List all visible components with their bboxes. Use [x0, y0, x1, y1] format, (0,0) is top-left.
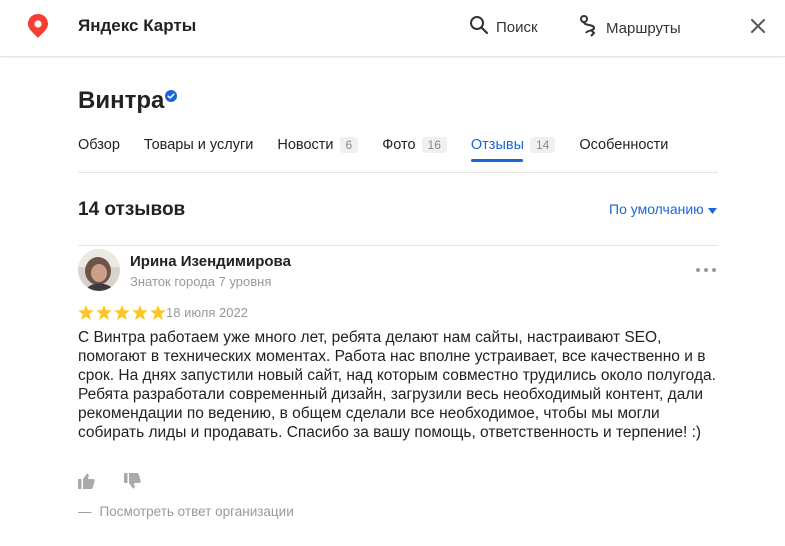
active-tab-indicator [470, 159, 523, 162]
tab-count-badge: 14 [530, 137, 556, 153]
routes-button[interactable]: Маршруты [579, 15, 681, 41]
tab-count-badge: 6 [339, 137, 359, 153]
close-icon[interactable] [747, 15, 769, 42]
review-author-name[interactable]: Ирина Изендимирова [130, 253, 291, 270]
star-icon [96, 305, 112, 325]
tab-label: Фото [382, 137, 416, 153]
tab-label: Новости [277, 137, 334, 153]
tab-news[interactable]: Новости 6 [277, 134, 359, 156]
tab-reviews[interactable]: Отзывы 14 [470, 134, 556, 162]
reply-link-label: Посмотреть ответ организации [99, 504, 294, 519]
routes-label: Маршруты [606, 19, 681, 37]
chevron-down-icon [707, 201, 717, 217]
reviews-count-heading: 14 отзывов [78, 199, 186, 220]
thumbs-up-icon[interactable] [78, 473, 95, 494]
top-bar: Яндекс Карты Поиск Маршруты [0, 0, 785, 57]
reply-dash: — [78, 504, 92, 519]
tab-label: Товары и услуги [143, 137, 254, 153]
review-text: С Винтра работаем уже много лет, ребята … [78, 329, 716, 441]
divider [78, 245, 718, 246]
star-icon [78, 305, 94, 325]
review-author-level: Знаток города 7 уровня [130, 274, 272, 289]
review-date: 18 июля 2022 [166, 305, 248, 320]
route-icon [579, 15, 599, 41]
tab-count-badge: 16 [421, 137, 447, 153]
search-icon [469, 15, 489, 39]
tab-overview[interactable]: Обзор [78, 134, 120, 156]
organization-name: Винтра [78, 87, 165, 114]
thumbs-down-icon[interactable] [124, 473, 141, 494]
tab-label: Отзывы [470, 137, 524, 153]
divider [78, 172, 718, 173]
tab-photos[interactable]: Фото 16 [382, 134, 447, 156]
app-title[interactable]: Яндекс Карты [78, 16, 196, 36]
view-org-reply-link[interactable]: — Посмотреть ответ организации [78, 504, 294, 519]
star-icon [132, 305, 148, 325]
tab-features[interactable]: Особенности [579, 134, 668, 156]
tab-products[interactable]: Товары и услуги [144, 134, 253, 156]
rating-stars [78, 305, 166, 325]
tab-bar: Обзор Товары и услуги Новости 6 Фото 16 … [78, 134, 692, 162]
sort-label: По умолчанию [609, 201, 704, 217]
avatar[interactable] [78, 249, 120, 291]
verified-badge-icon [165, 89, 177, 107]
map-pin-icon[interactable] [27, 13, 49, 44]
sort-dropdown[interactable]: По умолчанию [609, 201, 717, 217]
search-button[interactable]: Поиск [469, 15, 538, 39]
tab-label: Особенности [579, 137, 669, 153]
star-icon [114, 305, 130, 325]
search-label: Поиск [496, 18, 538, 36]
star-icon [150, 305, 166, 325]
tab-label: Обзор [78, 137, 120, 153]
more-dots-icon[interactable] [695, 260, 717, 278]
